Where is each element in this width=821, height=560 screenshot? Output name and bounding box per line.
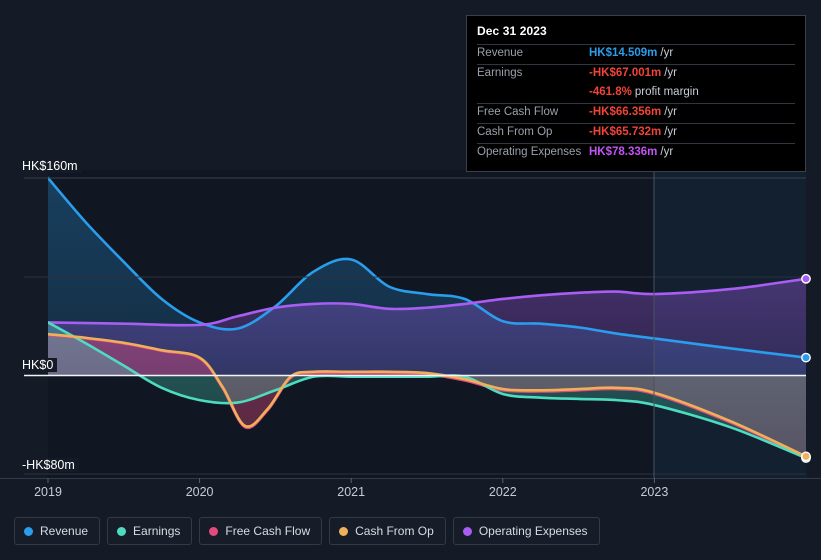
tooltip-row-label: Operating Expenses: [477, 146, 582, 158]
tooltip-row-value: -461.8%: [589, 86, 632, 98]
legend-label: Revenue: [40, 524, 89, 538]
tooltip-row-unit: /yr: [660, 146, 674, 158]
x-axis-label-2019: 2019: [34, 485, 62, 499]
legend-color-dot: [462, 526, 472, 536]
tooltip-row-value: -HK$67.001m: [589, 67, 662, 79]
legend-item-operating-expenses[interactable]: Operating Expenses: [452, 517, 600, 545]
y-axis-label-zero: HK$0: [22, 358, 58, 372]
legend-color-dot: [117, 526, 127, 536]
legend-label: Earnings: [133, 524, 181, 538]
tooltip-row-value-group: -HK$65.732m/yr: [589, 126, 677, 138]
legend-color-dot: [24, 526, 33, 536]
tooltip-row-label: Free Cash Flow: [477, 106, 559, 118]
tooltip-date: Dec 31 2023: [477, 24, 547, 38]
tooltip-rows: Revenue HK$14.509m/yr Earnings -HK$67.001m /…: [477, 44, 795, 163]
legend-item-cash-from-op[interactable]: Cash From Op: [329, 517, 446, 545]
legend-item-earnings[interactable]: Earnings: [107, 517, 193, 545]
tooltip-row: Earnings -HK$67.001m/yr: [477, 64, 795, 84]
tooltip-row-unit: /yr: [660, 47, 674, 59]
tooltip-row-value: HK$14.509m: [589, 47, 658, 59]
tooltip-row: Free Cash Flow -HK$66.356m/yr: [477, 103, 795, 123]
tooltip-row-unit: /yr: [664, 106, 678, 118]
y-axis-label-top: HK$160m: [22, 159, 82, 173]
data-tooltip: Dec 31 2023 Revenue HK$14.509m/yr Earnings…: [466, 15, 806, 172]
tooltip-row-value: HK$78.336m: [589, 146, 658, 158]
endpoint-operating-expenses: [801, 273, 811, 284]
chart-legend[interactable]: Revenue Earnings Free Cash Flow Cash From O…: [14, 517, 600, 545]
x-axis-label-2023: 2023: [640, 485, 669, 499]
tooltip-row-value: -HK$65.732m: [589, 126, 662, 138]
legend-item-free-cash-flow[interactable]: Free Cash Flow: [199, 517, 323, 545]
tooltip-row-value-group: HK$14.509m/yr: [589, 47, 673, 59]
legend-label: Free Cash Flow: [225, 524, 311, 538]
y-axis-label-bottom: -HK$80m: [22, 458, 79, 472]
legend-color-dot: [339, 526, 349, 536]
tooltip-row-unit: /yr: [664, 67, 678, 79]
tooltip-row-value: -HK$66.356m: [589, 106, 662, 118]
legend-label: Operating Expenses: [478, 524, 588, 538]
x-axis-label-2021: 2021: [337, 485, 366, 499]
tooltip-row-value-group: -461.8% profit margin: [589, 86, 699, 98]
tooltip-row-unit: /yr: [664, 126, 678, 138]
x-axis-label-2020: 2020: [185, 485, 214, 499]
tooltip-row-value-group: -HK$66.356m/yr: [589, 106, 677, 118]
financial-chart: HK$160m HK$0 -HK$80m 2019 2020 2021 2022 202…: [0, 0, 821, 560]
legend-color-dot: [209, 526, 219, 536]
endpoint-cash-from-op: [801, 451, 811, 462]
legend-item-revenue[interactable]: Revenue: [14, 517, 101, 545]
tooltip-row-value-group: -HK$67.001m/yr: [589, 67, 677, 79]
tooltip-row: Operating Expenses HK$78.336m/yr: [477, 143, 795, 163]
tooltip-row-label: Revenue: [477, 47, 524, 59]
tooltip-row: Cash From Op -HK$65.732m/yr: [477, 123, 795, 143]
legend-label: Cash From Op: [355, 524, 434, 538]
tooltip-row-label: Earnings: [477, 67, 523, 79]
endpoint-revenue: [801, 352, 811, 363]
tooltip-row: Revenue HK$14.509m/yr: [477, 44, 795, 64]
tooltip-row-unit: profit margin: [634, 86, 699, 98]
x-axis-label-2022: 2022: [488, 485, 517, 499]
tooltip-row-label: Cash From Op: [477, 126, 553, 138]
tooltip-row: -461.8% profit margin: [477, 84, 795, 103]
tooltip-row-value-group: HK$78.336m/yr: [589, 146, 673, 158]
